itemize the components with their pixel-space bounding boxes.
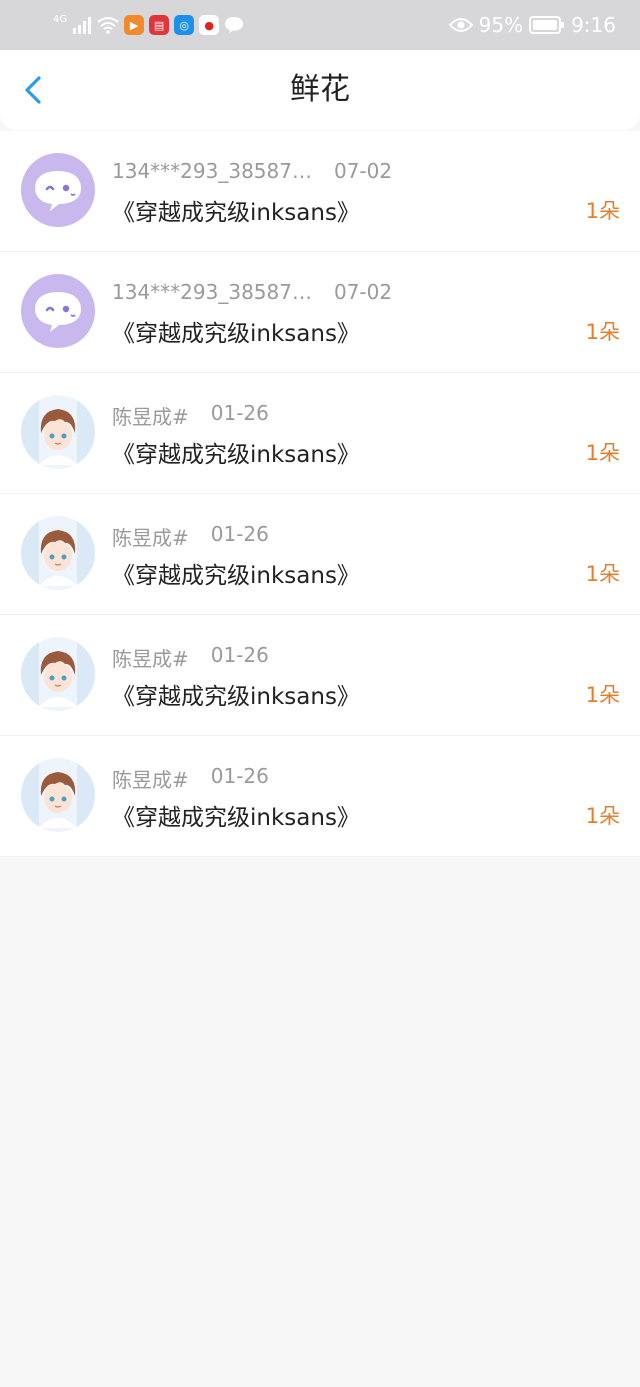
status-right: 95% 9:16 <box>448 12 616 38</box>
book-title: 《穿越成究级inksans》 <box>112 684 360 710</box>
list-item[interactable]: 陈昱成# 01-26 《穿越成究级inksans》 1朵 <box>0 494 640 615</box>
video-app-icon: ▶ <box>124 15 145 35</box>
book-title: 《穿越成究级inksans》 <box>112 442 360 468</box>
user-name: 134***293_38587… <box>112 280 312 304</box>
avatar <box>21 153 95 227</box>
user-name: 陈昱成# <box>112 405 189 429</box>
chat-bubble-avatar-icon <box>21 274 95 348</box>
flower-list: 134***293_38587… 07-02 《穿越成究级inksans》 1朵… <box>0 131 640 857</box>
book-title: 《穿越成究级inksans》 <box>112 805 360 831</box>
book-title: 《穿越成究级inksans》 <box>112 200 360 226</box>
item-meta: 陈昱成# 01-26 <box>112 643 269 672</box>
date: 01-26 <box>210 764 269 788</box>
flower-count: 1朵 <box>585 441 620 465</box>
status-bar: 4G ▶ ▤ ◎ ● 95% 9:16 <box>0 0 640 50</box>
status-left: 4G ▶ ▤ ◎ ● <box>53 12 244 38</box>
flower-count: 1朵 <box>585 320 620 344</box>
battery-percent: 95% <box>478 13 524 37</box>
date: 07-02 <box>333 159 393 183</box>
item-meta: 134***293_38587… 07-02 <box>112 280 392 304</box>
item-meta: 陈昱成# 01-26 <box>112 522 269 551</box>
anime-boy-avatar-icon <box>21 516 95 590</box>
anime-boy-avatar-icon <box>21 637 95 711</box>
list-item[interactable]: 陈昱成# 01-26 《穿越成究级inksans》 1朵 <box>0 615 640 736</box>
signal-icon <box>73 17 92 34</box>
avatar <box>21 637 95 711</box>
date: 01-26 <box>210 522 269 546</box>
message-icon <box>225 17 244 33</box>
date: 01-26 <box>210 643 269 667</box>
flower-count: 1朵 <box>585 199 620 223</box>
book-app-icon: ▤ <box>149 15 170 35</box>
game-app-icon: ● <box>199 15 220 35</box>
avatar <box>21 758 95 832</box>
search-app-icon: ◎ <box>174 15 195 35</box>
date: 01-26 <box>210 401 269 425</box>
user-name: 134***293_38587… <box>112 159 312 183</box>
list-item[interactable]: 134***293_38587… 07-02 《穿越成究级inksans》 1朵 <box>0 252 640 373</box>
flower-count: 1朵 <box>585 683 620 707</box>
book-title: 《穿越成究级inksans》 <box>112 321 360 347</box>
avatar <box>21 274 95 348</box>
list-item[interactable]: 陈昱成# 01-26 《穿越成究级inksans》 1朵 <box>0 373 640 494</box>
eye-icon <box>448 18 473 32</box>
user-name: 陈昱成# <box>112 768 189 792</box>
chat-bubble-avatar-icon <box>21 153 95 227</box>
network-type: 4G <box>53 13 68 25</box>
user-name: 陈昱成# <box>112 526 189 550</box>
item-meta: 陈昱成# 01-26 <box>112 764 269 793</box>
avatar <box>21 395 95 469</box>
date: 07-02 <box>333 280 393 304</box>
anime-boy-avatar-icon <box>21 395 95 469</box>
nav-header: 鲜花 <box>0 50 640 130</box>
list-item[interactable]: 134***293_38587… 07-02 《穿越成究级inksans》 1朵 <box>0 131 640 252</box>
avatar <box>21 516 95 590</box>
page-title: 鲜花 <box>290 72 350 107</box>
wifi-icon <box>97 17 119 34</box>
flower-count: 1朵 <box>585 562 620 586</box>
flower-count: 1朵 <box>585 804 620 828</box>
item-meta: 陈昱成# 01-26 <box>112 401 269 430</box>
anime-boy-avatar-icon <box>21 758 95 832</box>
clock: 9:16 <box>571 13 616 37</box>
book-title: 《穿越成究级inksans》 <box>112 563 360 589</box>
battery-icon <box>529 16 565 34</box>
list-item[interactable]: 陈昱成# 01-26 《穿越成究级inksans》 1朵 <box>0 736 640 857</box>
user-name: 陈昱成# <box>112 647 189 671</box>
item-meta: 134***293_38587… 07-02 <box>112 159 392 183</box>
